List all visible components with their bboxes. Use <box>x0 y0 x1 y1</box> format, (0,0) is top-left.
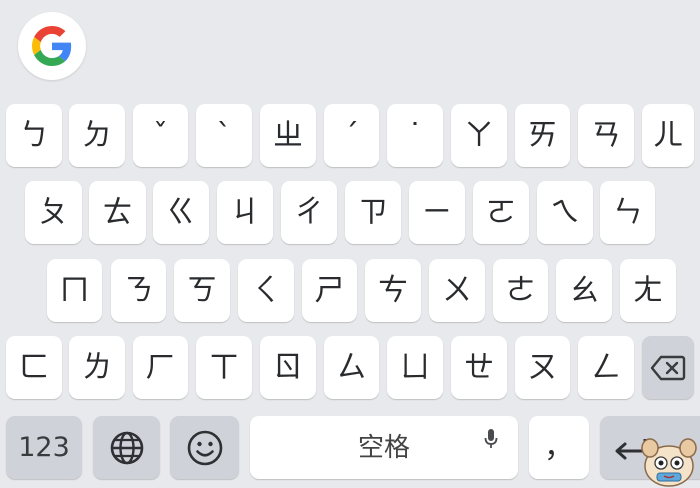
key-r1-6[interactable]: ˊ <box>324 104 379 167</box>
key-r3-3[interactable]: ㄎ <box>174 259 230 322</box>
key-r1-5[interactable]: ㄓ <box>260 104 316 167</box>
key-r1-9[interactable]: ㄞ <box>515 104 570 167</box>
backspace-icon <box>650 355 686 380</box>
key-r3-4[interactable]: ㄑ <box>238 259 294 322</box>
key-r4-2[interactable]: ㄌ <box>69 336 125 399</box>
key-r4-7[interactable]: ㄩ <box>387 336 443 399</box>
globe-icon <box>110 431 143 464</box>
key-r1-2[interactable]: ㄉ <box>69 104 125 167</box>
key-r2-5[interactable]: ㄔ <box>281 181 337 244</box>
comma-key[interactable]: ， <box>529 416 589 479</box>
key-r3-10[interactable]: ㄤ <box>620 259 676 322</box>
key-r4-4[interactable]: ㄒ <box>196 336 252 399</box>
key-r3-7[interactable]: ㄨ <box>429 259 485 322</box>
emoji-icon <box>187 430 222 465</box>
key-r1-1[interactable]: ㄅ <box>6 104 62 167</box>
numbers-key[interactable]: 123 <box>6 416 82 479</box>
key-r3-1[interactable]: ㄇ <box>47 259 102 322</box>
google-button[interactable] <box>18 12 86 80</box>
key-r2-1[interactable]: ㄆ <box>25 181 82 244</box>
key-r3-6[interactable]: ㄘ <box>365 259 421 322</box>
key-r4-1[interactable]: ㄈ <box>6 336 62 399</box>
key-r4-5[interactable]: ㄖ <box>260 336 316 399</box>
key-r2-2[interactable]: ㄊ <box>89 181 146 244</box>
key-r1-3[interactable]: ˇ <box>133 104 188 167</box>
key-r3-9[interactable]: ㄠ <box>556 259 612 322</box>
key-r1-7[interactable]: ˙ <box>387 104 443 167</box>
key-r4-10[interactable]: ㄥ <box>578 336 634 399</box>
suggestion-bar <box>0 0 700 92</box>
key-r2-10[interactable]: ㄣ <box>600 181 655 244</box>
key-r3-8[interactable]: ㄜ <box>493 259 548 322</box>
key-r4-3[interactable]: ㄏ <box>133 336 188 399</box>
key-r2-8[interactable]: ㄛ <box>473 181 529 244</box>
key-r2-4[interactable]: ㄐ <box>217 181 273 244</box>
key-r2-3[interactable]: ㄍ <box>153 181 209 244</box>
google-g-icon <box>32 26 72 66</box>
language-key[interactable] <box>93 416 160 479</box>
emoji-key[interactable] <box>170 416 239 479</box>
key-r3-2[interactable]: ㄋ <box>111 259 166 322</box>
key-r2-9[interactable]: ㄟ <box>537 181 593 244</box>
key-r1-10[interactable]: ㄢ <box>578 104 634 167</box>
key-r1-11[interactable]: ㄦ <box>642 104 694 167</box>
key-r4-8[interactable]: ㄝ <box>451 336 507 399</box>
microphone-icon <box>484 429 498 448</box>
key-r1-8[interactable]: ㄚ <box>451 104 507 167</box>
space-key[interactable]: 空格 <box>250 416 518 479</box>
key-r4-6[interactable]: ㄙ <box>324 336 379 399</box>
key-r2-6[interactable]: ㄗ <box>345 181 401 244</box>
key-r3-5[interactable]: ㄕ <box>302 259 357 322</box>
backspace-key[interactable] <box>642 336 694 399</box>
key-r1-4[interactable]: ˋ <box>196 104 252 167</box>
mascot-watermark-icon <box>641 438 697 487</box>
key-r2-7[interactable]: ㄧ <box>409 181 465 244</box>
key-r4-9[interactable]: ㄡ <box>515 336 570 399</box>
